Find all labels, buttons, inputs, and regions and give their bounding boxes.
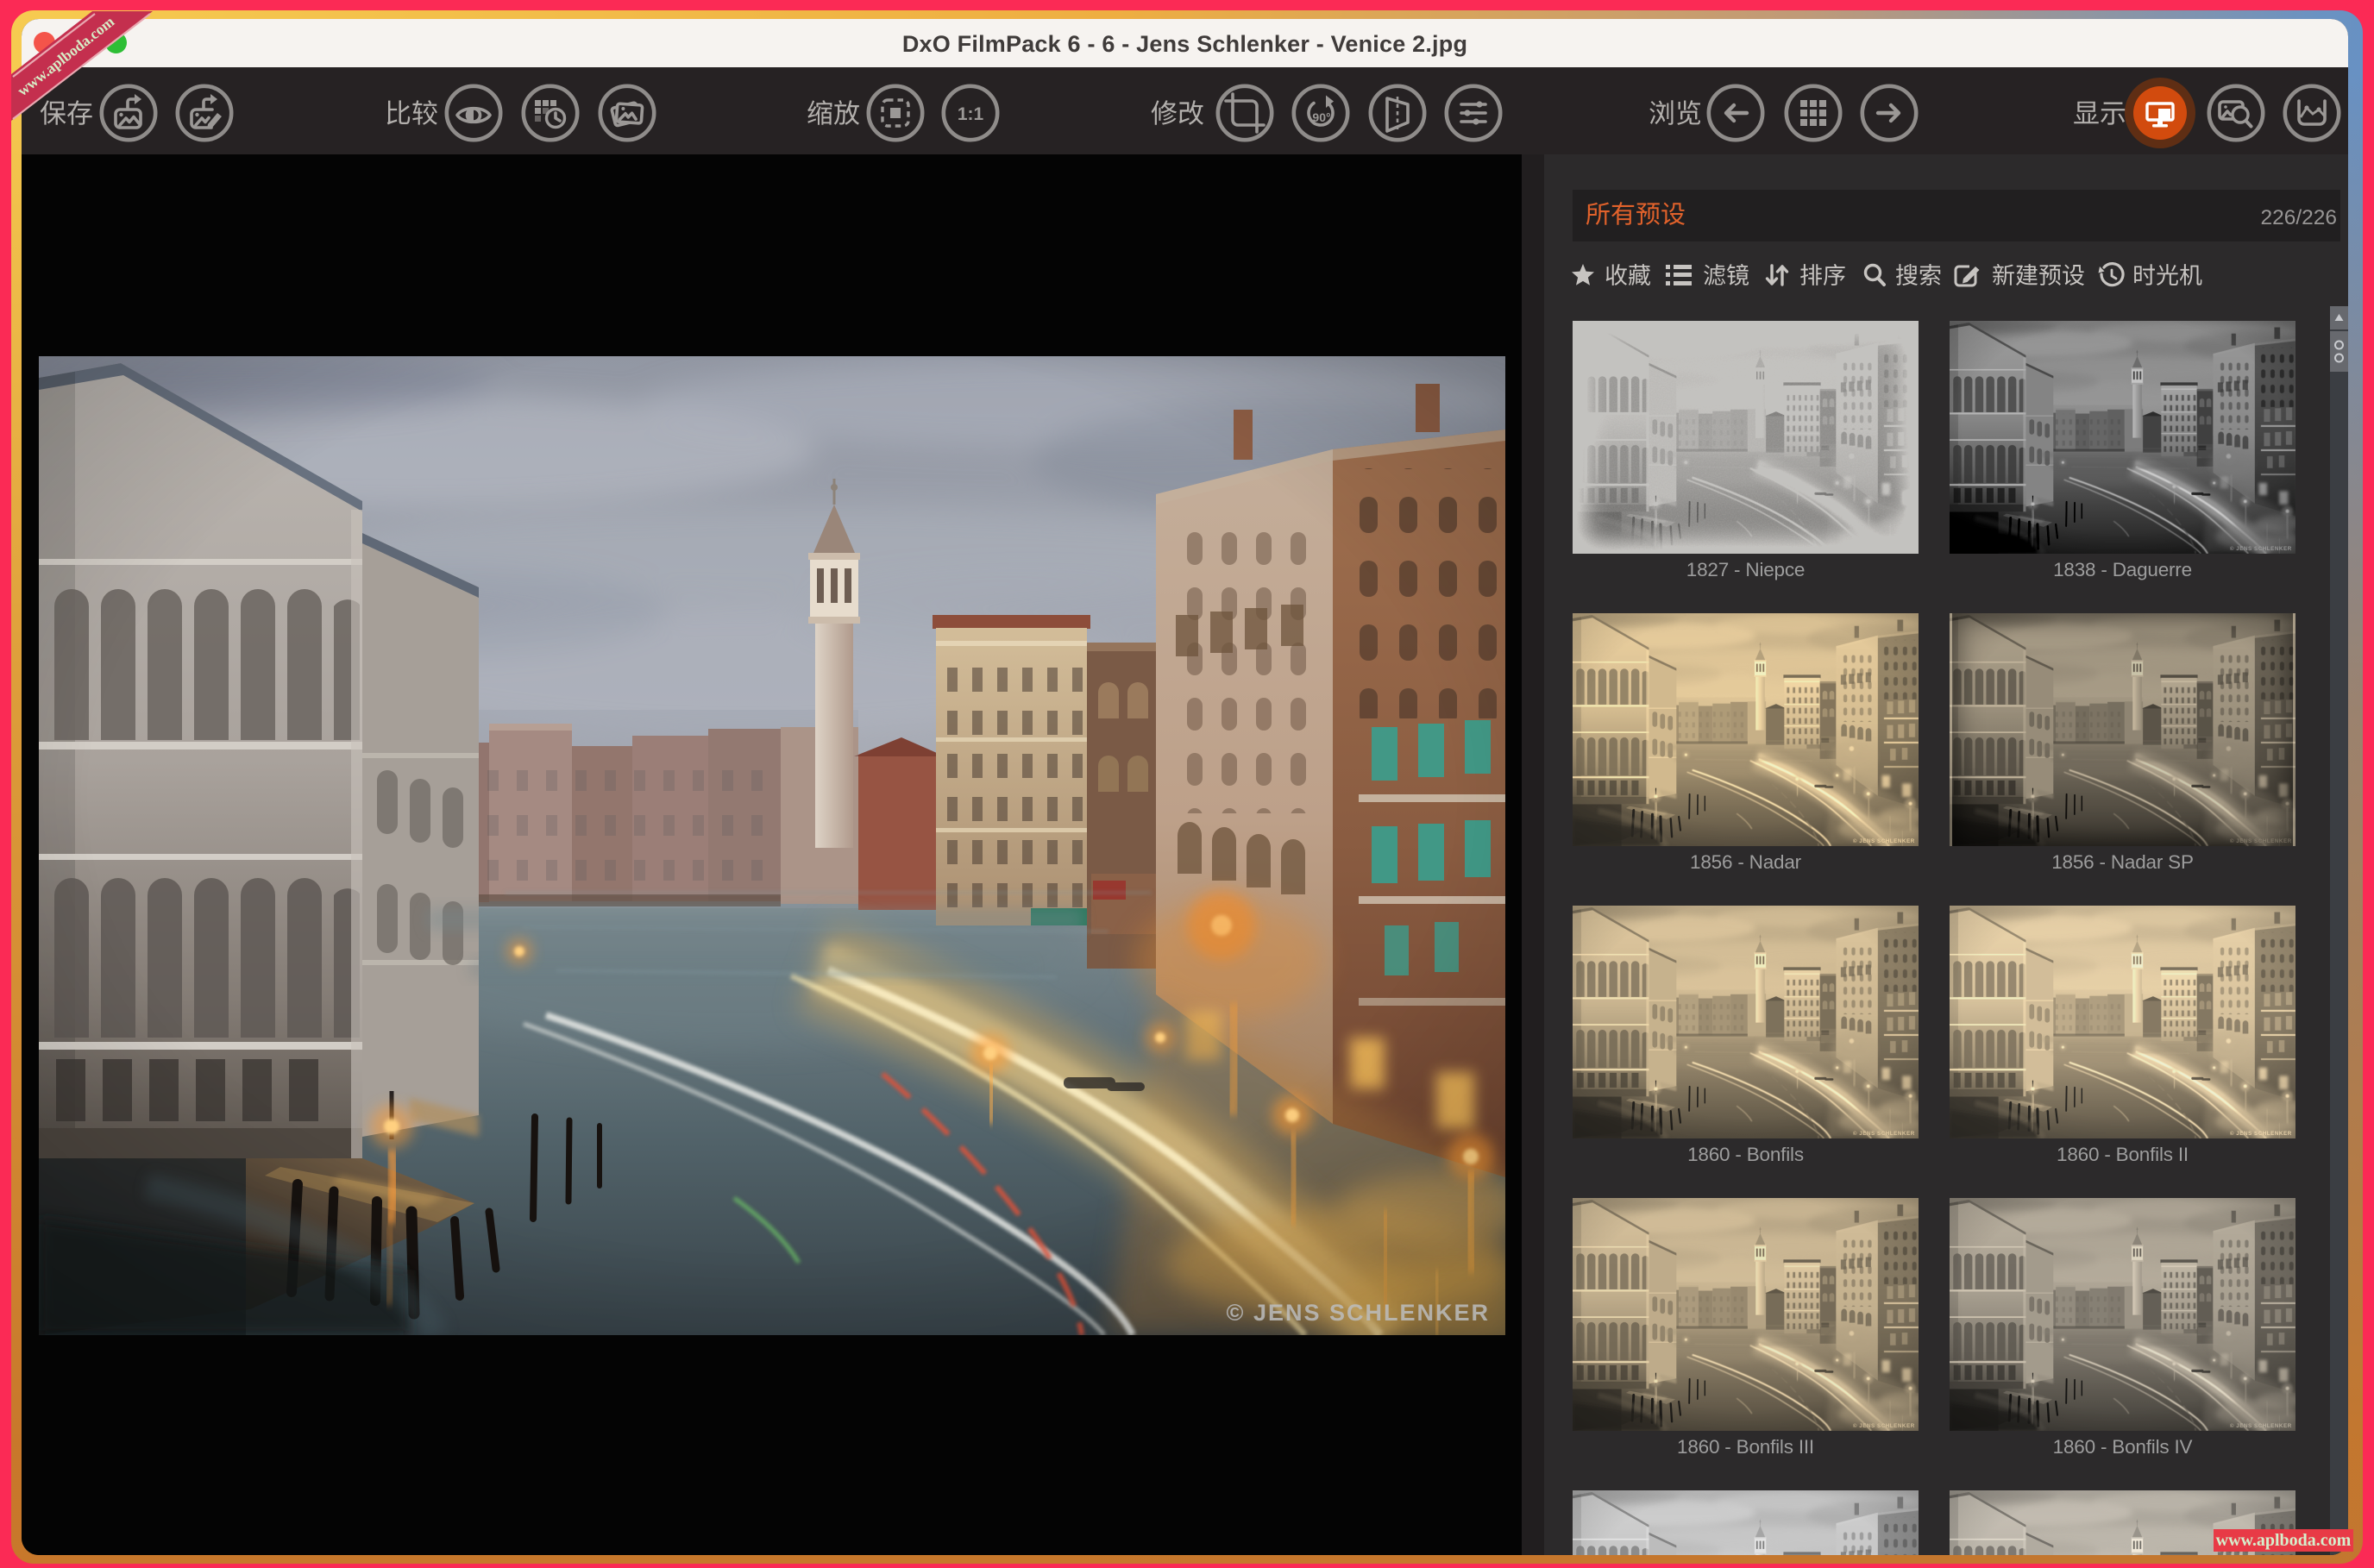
svg-text:90°: 90° [1312, 110, 1330, 124]
svg-text:www.aplboda.com: www.aplboda.com [14, 12, 117, 99]
svg-text:1:1: 1:1 [958, 104, 984, 124]
